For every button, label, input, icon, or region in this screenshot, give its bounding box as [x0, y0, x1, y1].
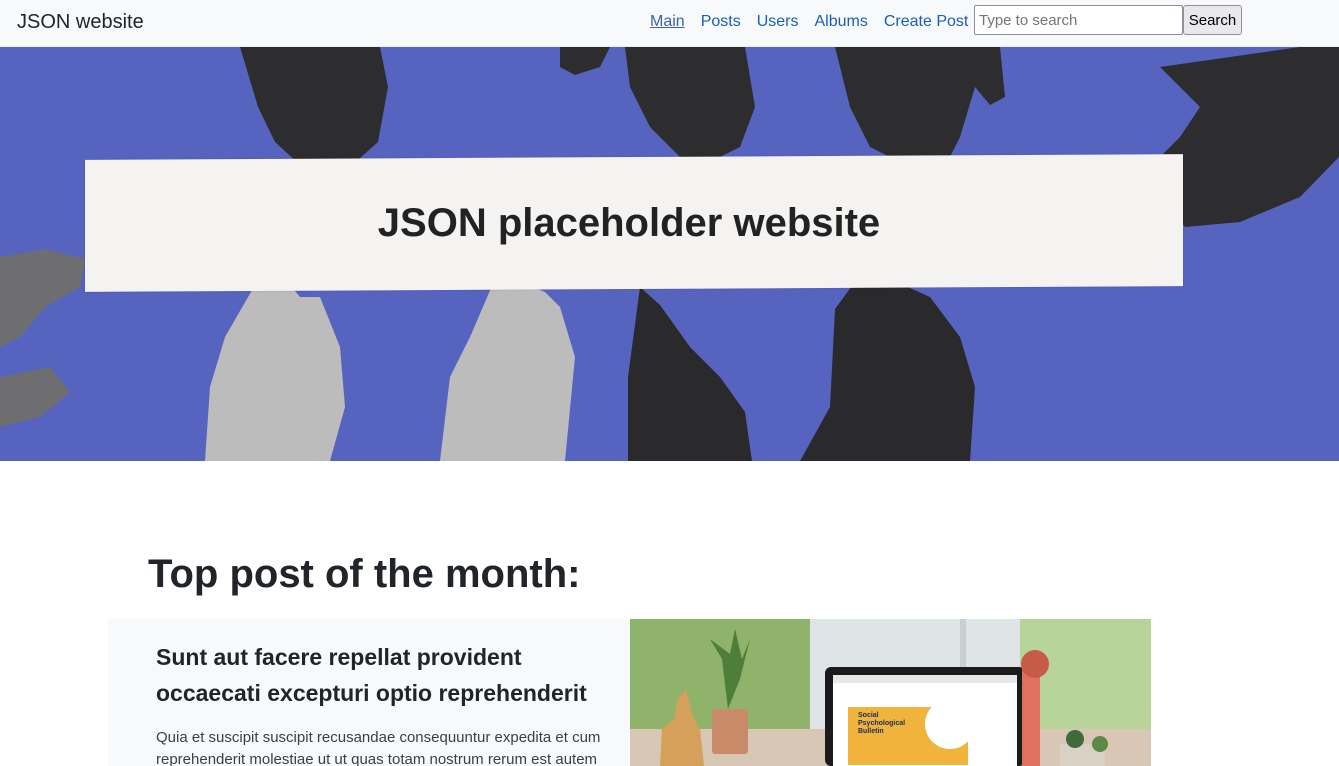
top-post-card[interactable]: Sunt aut facere repellat provident occae…	[108, 619, 1151, 766]
nav-link-albums[interactable]: Albums	[806, 12, 875, 32]
screen-text-line1: Social	[858, 712, 879, 719]
search-input[interactable]	[974, 5, 1183, 35]
laptop-desk-photo: Social Psychological Bulletin	[630, 619, 1151, 766]
nav-link-posts[interactable]: Posts	[693, 12, 749, 32]
hero-title: JSON placeholder website	[377, 201, 881, 245]
search-button[interactable]: Search	[1183, 5, 1242, 35]
nav-links: Main Posts Users Albums Create Post	[642, 12, 976, 32]
screen-text-line3: Bulletin	[858, 728, 884, 735]
post-title[interactable]: Sunt aut facere repellat provident occae…	[156, 639, 616, 711]
screen-text-line2: Psychological	[858, 720, 905, 727]
navbar: JSON website Main Posts Users Albums Cre…	[0, 0, 1339, 47]
nav-link-main[interactable]: Main	[642, 12, 693, 32]
nav-link-create-post[interactable]: Create Post	[876, 12, 976, 32]
hero-banner-section: JSON placeholder website	[0, 47, 1339, 461]
nav-link-users[interactable]: Users	[749, 12, 807, 32]
section-title: Top post of the month:	[148, 552, 581, 596]
brand-link[interactable]: JSON website	[17, 10, 144, 34]
post-body: Quia et suscipit suscipit recusandae con…	[156, 729, 601, 766]
post-image: Social Psychological Bulletin	[630, 619, 1151, 766]
